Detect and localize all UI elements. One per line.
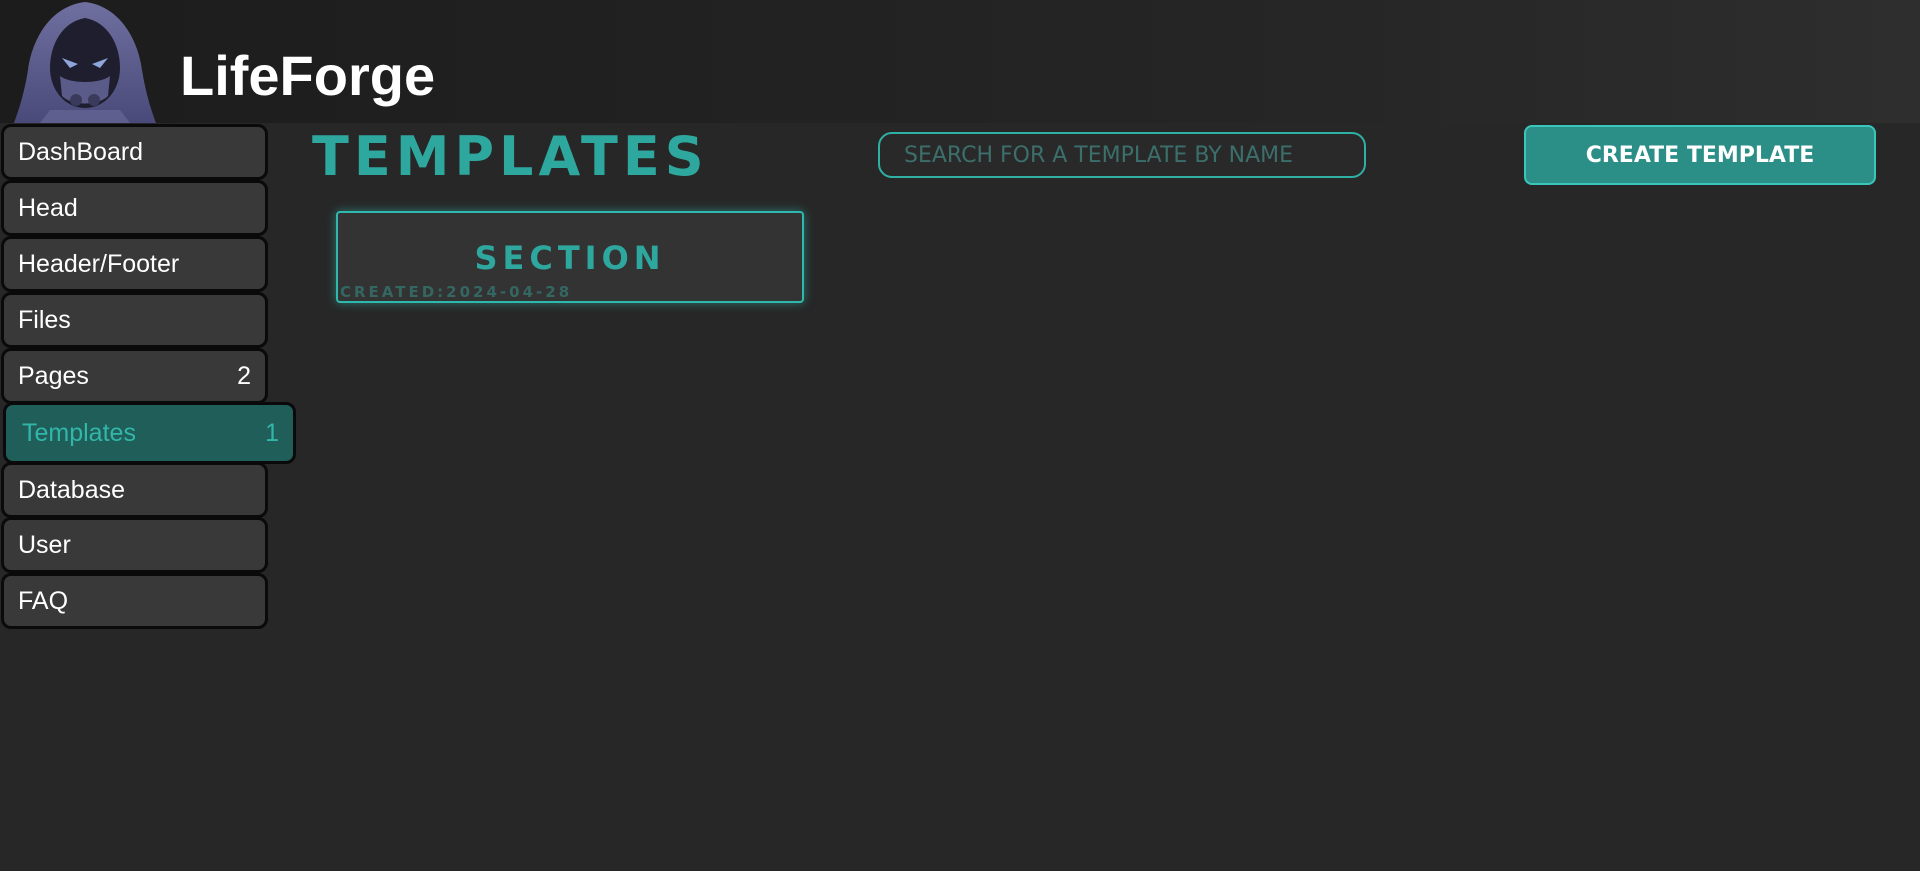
sidebar-item-label: User xyxy=(18,530,71,559)
template-card-created-date: CREATED:2024-04-28 xyxy=(340,283,573,301)
sidebar-item-label: Pages xyxy=(18,361,89,390)
sidebar-item-count: 2 xyxy=(237,361,251,390)
sidebar-item-files[interactable]: Files xyxy=(1,292,268,348)
sidebar-item-database[interactable]: Database xyxy=(1,462,268,518)
sidebar-item-user[interactable]: User xyxy=(1,517,268,573)
sidebar-item-header-footer[interactable]: Header/Footer xyxy=(1,236,268,292)
sidebar-item-label: Files xyxy=(18,305,71,334)
page-title: TEMPLATES xyxy=(312,125,709,188)
sidebar-item-count: 1 xyxy=(265,418,279,447)
sidebar-item-faq[interactable]: FAQ xyxy=(1,573,268,629)
sidebar-item-label: FAQ xyxy=(18,586,69,615)
sidebar-item-templates[interactable]: Templates 1 xyxy=(3,402,296,464)
sidebar-item-dashboard[interactable]: DashBoard xyxy=(1,124,268,180)
sidebar-item-head[interactable]: Head xyxy=(1,180,268,236)
sidebar-item-label: Head xyxy=(18,193,78,222)
sidebar-item-label: Header/Footer xyxy=(18,249,180,278)
template-search-input[interactable] xyxy=(878,132,1366,178)
sidebar-item-label: Templates xyxy=(22,418,136,447)
app-brand-title: LifeForge xyxy=(180,44,436,107)
create-template-button[interactable]: CREATE TEMPLATE xyxy=(1524,125,1876,185)
sidebar-item-label: DashBoard xyxy=(18,137,144,166)
template-card-name: SECTION xyxy=(474,239,666,277)
template-card[interactable]: SECTION CREATED:2024-04-28 xyxy=(336,211,804,303)
top-header: LifeForge xyxy=(0,0,1920,123)
sidebar-item-pages[interactable]: Pages 2 xyxy=(1,348,268,404)
hooded-figure-logo-icon xyxy=(10,0,160,123)
sidebar-item-label: Database xyxy=(18,475,126,504)
